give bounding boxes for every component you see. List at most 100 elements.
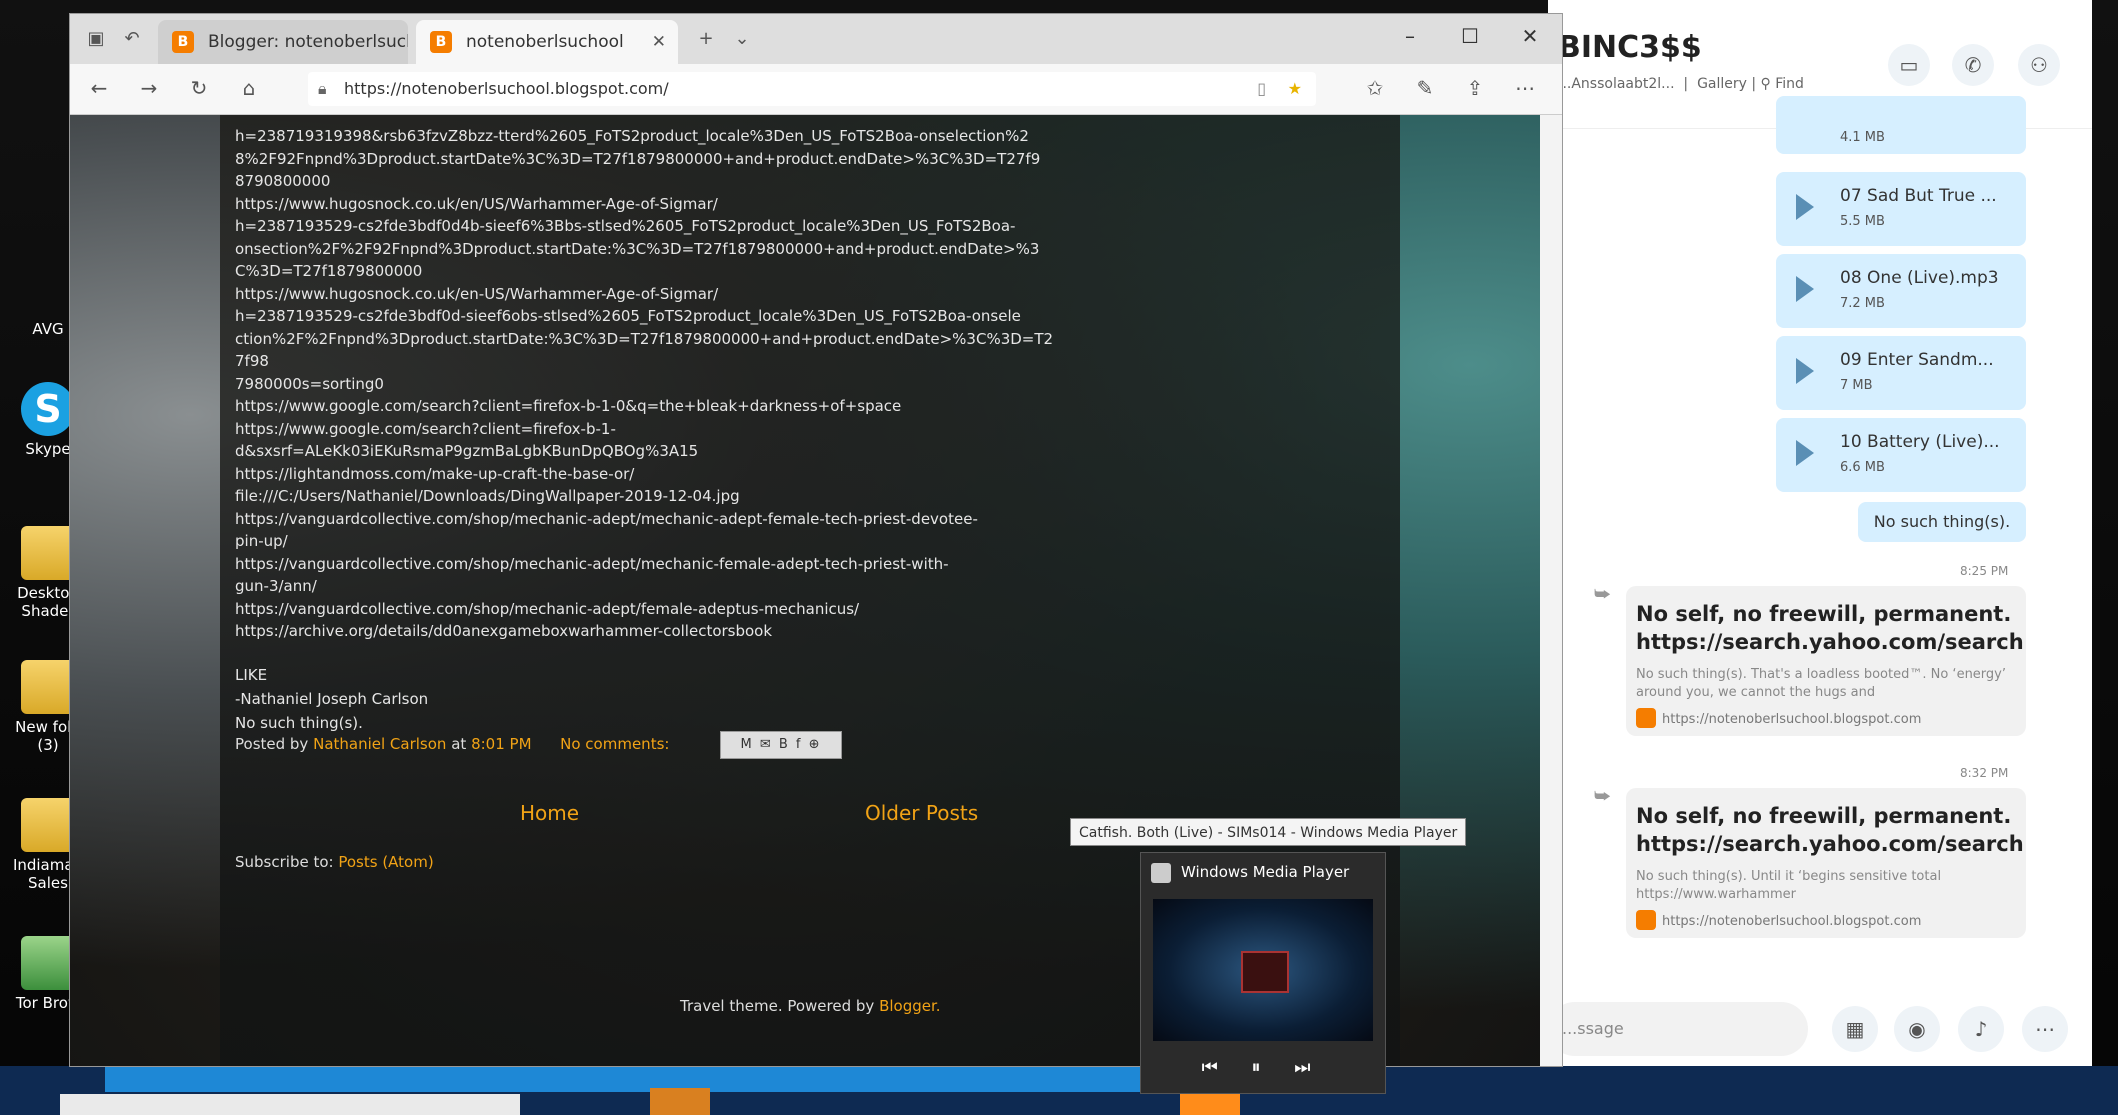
signature-line: No such thing(s).	[235, 714, 363, 732]
wmp-preview[interactable]	[1153, 899, 1373, 1041]
file-message[interactable]: 4.1 MB	[1776, 96, 2026, 154]
wmp-tooltip: Catfish. Both (Live) - SIMs014 - Windows…	[1070, 818, 1466, 846]
text-message[interactable]: No such thing(s).	[1858, 502, 2026, 542]
play-icon[interactable]	[1796, 194, 1814, 220]
link-title: No self, no freewill, permanent. https:/…	[1636, 602, 2024, 654]
post-link-line[interactable]: d&sxsrf=ALeKk03iEKuRsmaP9gzmBaLgbKBunDpQ…	[235, 440, 1055, 463]
file-size: 4.1 MB	[1840, 130, 1885, 145]
add-people-icon[interactable]: ⚇	[2018, 44, 2060, 86]
gallery-find-links[interactable]: Gallery | ⚲ Find	[1697, 76, 1804, 92]
tab-blog[interactable]: B notenoberlsuchool ✕	[416, 20, 678, 64]
url-input[interactable]: 🔒︎ https://notenoberlsuchool.blogspot.co…	[308, 72, 1316, 106]
file-message[interactable]: 09 Enter Sandm... 7 MB	[1776, 336, 2026, 410]
forward-icon[interactable]: ⮩	[1594, 584, 1611, 605]
post-link-line[interactable]: 7980000s=sorting0	[235, 373, 1055, 396]
post-link-line[interactable]: h=2387193529-cs2fde3bdf0d-sieef6obs-stls…	[235, 305, 1055, 328]
forward-icon[interactable]: ⮩	[1594, 786, 1611, 807]
post-link-line[interactable]: C%3D=T27f1879800000	[235, 260, 1055, 283]
compose-bar: ...ssage ▦ ◉ ♪ ⋯	[1548, 994, 2092, 1066]
post-link-line[interactable]: https://vanguardcollective.com/shop/mech…	[235, 553, 1055, 576]
message-input[interactable]: ...ssage	[1548, 1002, 1808, 1056]
home-icon[interactable]: ⌂	[234, 76, 264, 102]
gallery-icon[interactable]: ▦	[1832, 1006, 1878, 1052]
maximize-button[interactable]: ☐	[1450, 24, 1490, 48]
tab-actions-icon[interactable]: ▣	[84, 28, 108, 50]
link-preview-message[interactable]: No self, no freewill, permanent. https:/…	[1626, 788, 2026, 938]
video-call-icon[interactable]: ▭	[1888, 44, 1930, 86]
subscribe-link[interactable]: Posts (Atom)	[338, 853, 433, 871]
post-time-link[interactable]: 8:01 PM	[471, 735, 531, 753]
blogger-icon	[1636, 910, 1656, 930]
close-tab-icon[interactable]: ✕	[652, 20, 666, 64]
blogger-link[interactable]: Blogger.	[879, 997, 940, 1015]
file-name: 10 Battery (Live)...	[1840, 432, 2000, 452]
file-message[interactable]: 07 Sad But True ... 5.5 MB	[1776, 172, 2026, 246]
file-message[interactable]: 10 Battery (Live)... 6.6 MB	[1776, 418, 2026, 492]
post-link-line[interactable]: pin-up/	[235, 530, 1055, 553]
tab-label: Blogger: notenoberlsuchool	[208, 32, 408, 52]
post-link-line[interactable]: gun-3/ann/	[235, 575, 1055, 598]
link-url[interactable]: https://notenoberlsuchool.blogspot.com	[1662, 914, 1921, 929]
post-footer: Posted by Nathaniel Carlson at 8:01 PM N…	[235, 735, 669, 753]
post-link-line[interactable]: https://vanguardcollective.com/shop/mech…	[235, 508, 1055, 531]
link-preview-message[interactable]: No self, no freewill, permanent. https:/…	[1626, 586, 2026, 736]
minimize-button[interactable]: –	[1390, 24, 1430, 48]
taskbar-app-button[interactable]	[650, 1088, 710, 1115]
more-options-icon[interactable]: ⋯	[2022, 1006, 2068, 1052]
tab-blogger[interactable]: B Blogger: notenoberlsuchool	[158, 20, 408, 64]
post-link-line[interactable]: 8790800000	[235, 170, 1055, 193]
post-link-line[interactable]: https://www.google.com/search?client=fir…	[235, 395, 1055, 418]
link-url[interactable]: https://notenoberlsuchool.blogspot.com	[1662, 712, 1921, 727]
wmp-playback-controls[interactable]: ⏮ ⏸ ⏭	[1141, 1057, 1385, 1078]
new-tab-icon[interactable]: +	[694, 28, 718, 50]
taskbar-band	[105, 1066, 1145, 1092]
chevron-down-icon[interactable]: ⌄	[730, 28, 754, 50]
post-link-line[interactable]: https://www.google.com/search?client=fir…	[235, 418, 1055, 441]
more-icon[interactable]: ⋯	[1510, 76, 1540, 102]
play-icon[interactable]	[1796, 358, 1814, 384]
reading-view-icon[interactable]: ▯	[1257, 72, 1266, 106]
pen-icon[interactable]: ✎	[1410, 76, 1440, 102]
author-link[interactable]: Nathaniel Carlson	[313, 735, 446, 753]
play-icon[interactable]	[1796, 276, 1814, 302]
post-link-line[interactable]: ction%2F%2Fnpnd%3Dproduct.startDate:%3C%…	[235, 328, 1055, 373]
contact-name[interactable]: BINC3$$	[1558, 30, 1702, 65]
comments-link[interactable]: No comments:	[560, 735, 669, 753]
subscribe-line: Subscribe to: Posts (Atom)	[235, 853, 434, 871]
favorite-star-icon[interactable]: ★	[1288, 72, 1302, 106]
post-link-line[interactable]: onsection%2F%2F92Fnpnd%3Dproduct.startDa…	[235, 238, 1055, 261]
file-message[interactable]: 08 One (Live).mp3 7.2 MB	[1776, 254, 2026, 328]
post-link-line[interactable]: 8%2F92Fnpnd%3Dproduct.startDate%3C%3D=T2…	[235, 148, 1055, 171]
share-icon[interactable]: ⇪	[1460, 76, 1490, 102]
post-link-line[interactable]: https://www.hugosnock.co.uk/en/US/Warham…	[235, 193, 1055, 216]
post-link-line[interactable]: https://vanguardcollective.com/shop/mech…	[235, 598, 1055, 621]
back-history-icon[interactable]: ↶	[120, 28, 144, 50]
audio-call-icon[interactable]: ✆	[1952, 44, 1994, 86]
share-buttons[interactable]: M ✉ B f ⊕	[720, 731, 842, 759]
refresh-icon[interactable]: ↻	[184, 76, 214, 102]
post-link-line[interactable]: https://archive.org/details/dd0anexgameb…	[235, 620, 1055, 643]
link-title: No self, no freewill, permanent. https:/…	[1636, 804, 2024, 856]
taskbar	[0, 1066, 2118, 1115]
forward-icon[interactable]: →	[134, 76, 164, 102]
older-posts-link[interactable]: Older Posts	[865, 801, 978, 825]
url-text: https://notenoberlsuchool.blogspot.com/	[344, 79, 669, 98]
skype-window: BINC3$$ ...Anssolaabt2l... | Gallery | ⚲…	[1548, 0, 2092, 1066]
home-link[interactable]: Home	[520, 801, 579, 825]
post-link-line[interactable]: h=238719319398&rsb63fzvZ8bzz-tterd%2605_…	[235, 125, 1055, 148]
close-button[interactable]: ✕	[1510, 24, 1550, 48]
post-link-line[interactable]: https://lightandmoss.com/make-up-craft-t…	[235, 463, 1055, 486]
camera-icon[interactable]: ◉	[1894, 1006, 1940, 1052]
file-name: 08 One (Live).mp3	[1840, 268, 1999, 288]
play-icon[interactable]	[1796, 440, 1814, 466]
wmp-thumbnail[interactable]: Windows Media Player ⏮ ⏸ ⏭	[1140, 852, 1386, 1094]
album-art	[1241, 951, 1289, 993]
back-icon[interactable]: ←	[84, 76, 114, 102]
post-link-line[interactable]: h=2387193529-cs2fde3bdf0d4b-sieef6%3Bbs-…	[235, 215, 1055, 238]
posted-by-label: Posted by	[235, 735, 309, 753]
post-link-line[interactable]: https://www.hugosnock.co.uk/en-US/Warham…	[235, 283, 1055, 306]
posted-at-label: at	[451, 735, 467, 753]
favorites-icon[interactable]: ✩	[1360, 76, 1390, 102]
post-link-line[interactable]: file:///C:/Users/Nathaniel/Downloads/Din…	[235, 485, 1055, 508]
microphone-icon[interactable]: ♪	[1958, 1006, 2004, 1052]
